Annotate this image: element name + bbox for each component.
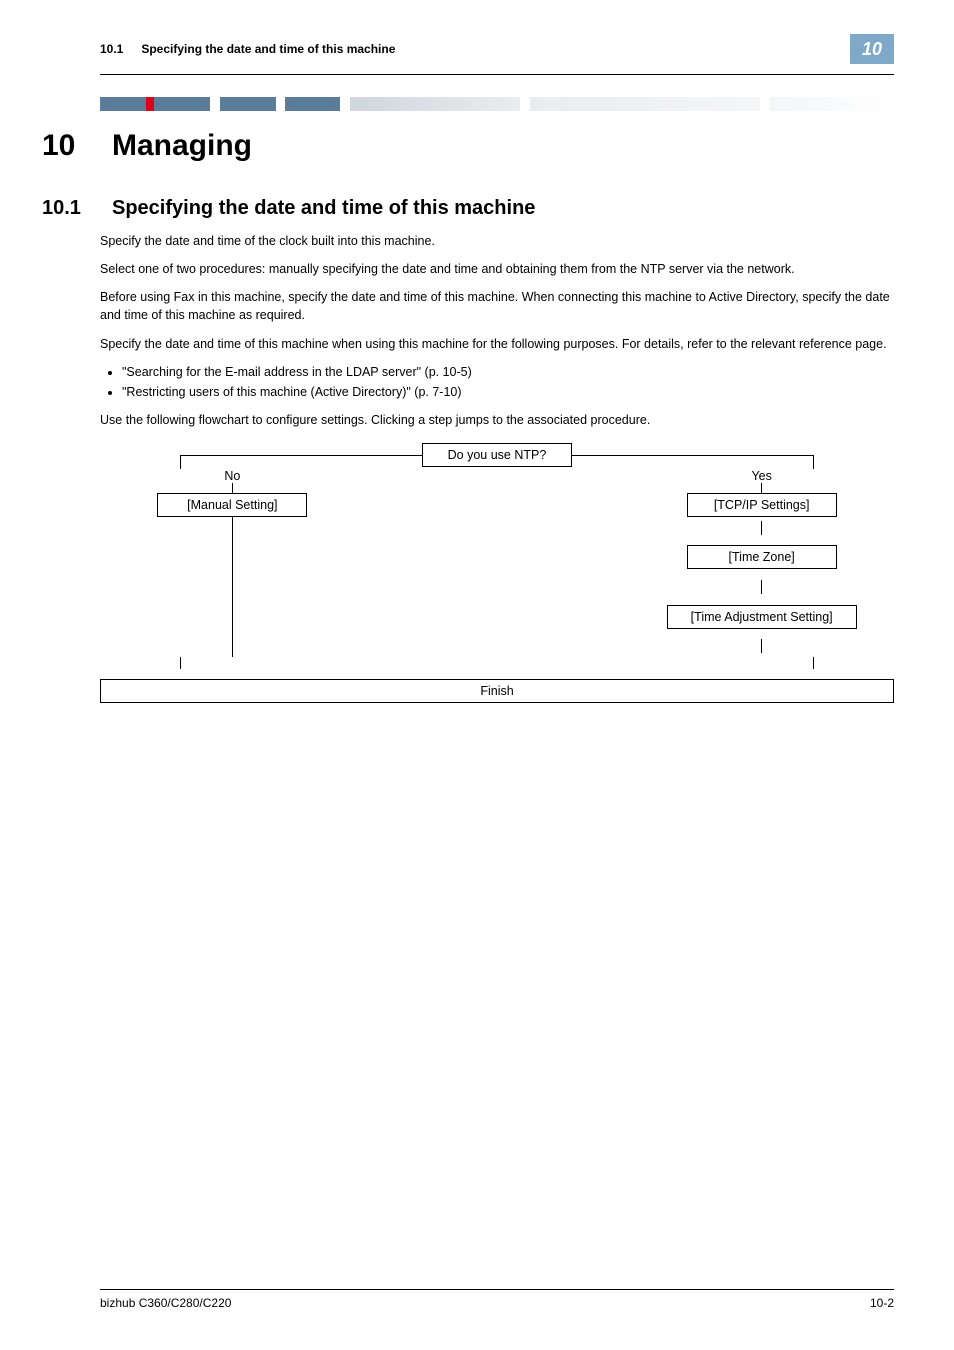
flow-no-label: No <box>224 469 240 483</box>
paragraph: Before using Fax in this machine, specif… <box>100 288 894 324</box>
header-left: 10.1 Specifying the date and time of thi… <box>100 42 395 56</box>
list-item: "Restricting users of this machine (Acti… <box>122 383 894 401</box>
footer-page-number: 10-2 <box>870 1296 894 1310</box>
section-title: Specifying the date and time of this mac… <box>112 197 535 220</box>
chapter-number: 10 <box>42 129 112 163</box>
flow-question-box: Do you use NTP? <box>422 443 572 467</box>
header-section-number: 10.1 <box>100 42 138 56</box>
footer-rule <box>100 1289 894 1290</box>
flow-manual-setting-box[interactable]: [Manual Setting] <box>157 493 307 517</box>
running-header: 10.1 Specifying the date and time of thi… <box>100 40 894 68</box>
body-text: Specify the date and time of the clock b… <box>100 232 894 429</box>
chapter-tab: 10 <box>850 34 894 64</box>
chapter-heading: 10 Managing <box>42 129 894 163</box>
section-number: 10.1 <box>42 197 112 220</box>
decorative-ribbon <box>100 97 894 111</box>
page-footer: bizhub C360/C280/C220 10-2 <box>100 1289 894 1310</box>
flow-finish-box: Finish <box>100 679 894 703</box>
section-heading: 10.1 Specifying the date and time of thi… <box>42 197 894 220</box>
flowchart: Do you use NTP? No Yes [Manual Setting <box>100 443 894 703</box>
flow-yes-label: Yes <box>751 469 771 483</box>
header-section-title: Specifying the date and time of this mac… <box>141 42 395 56</box>
bullet-list: "Searching for the E-mail address in the… <box>100 363 894 401</box>
paragraph: Specify the date and time of this machin… <box>100 335 894 353</box>
paragraph: Use the following flowchart to configure… <box>100 411 894 429</box>
footer-product: bizhub C360/C280/C220 <box>100 1296 231 1310</box>
header-rule <box>100 74 894 75</box>
list-item: "Searching for the E-mail address in the… <box>122 363 894 381</box>
paragraph: Specify the date and time of the clock b… <box>100 232 894 250</box>
flow-tcpip-box[interactable]: [TCP/IP Settings] <box>687 493 837 517</box>
flow-time-adjustment-box[interactable]: [Time Adjustment Setting] <box>667 605 857 629</box>
paragraph: Select one of two procedures: manually s… <box>100 260 894 278</box>
chapter-title: Managing <box>112 129 252 163</box>
flow-timezone-box[interactable]: [Time Zone] <box>687 545 837 569</box>
